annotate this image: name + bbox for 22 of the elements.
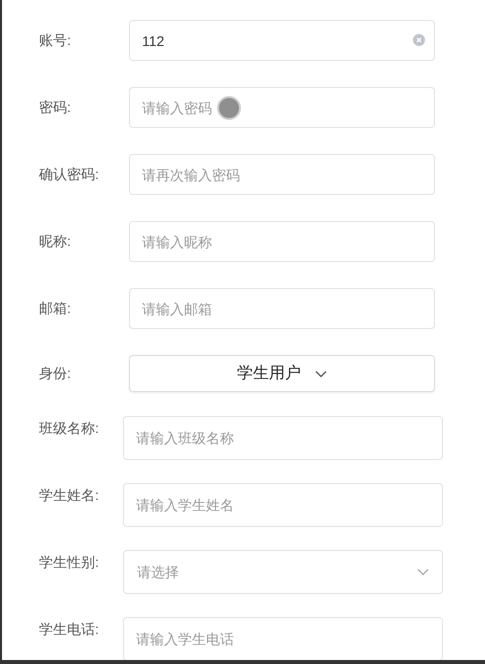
field-label: 班级名称:: [39, 419, 100, 438]
field-label: 密码:: [39, 98, 72, 117]
field-label: 确认密码:: [39, 165, 100, 184]
input-field[interactable]: 请输入学生电话: [123, 617, 443, 660]
chevron-down-icon: [315, 370, 327, 378]
chevron-down-icon: [417, 568, 429, 576]
input-field[interactable]: 请输入密码: [129, 87, 435, 128]
role-dropdown[interactable]: 学生用户: [129, 355, 435, 392]
field-label: 学生性别:: [39, 553, 100, 572]
input-field[interactable]: 请再次输入密码: [129, 154, 435, 195]
field-label: 邮箱:: [39, 299, 72, 318]
input-field[interactable]: 请输入班级名称: [123, 416, 443, 460]
input-field[interactable]: 112: [129, 20, 435, 61]
field-label: 学生姓名:: [39, 486, 100, 505]
input-field[interactable]: 请输入学生姓名: [123, 483, 443, 527]
field-label: 身份:: [39, 364, 72, 383]
input-field[interactable]: 请输入邮箱: [129, 288, 435, 329]
clear-icon[interactable]: [413, 34, 425, 46]
field-label: 昵称:: [39, 232, 72, 251]
input-field[interactable]: 请输入昵称: [129, 221, 435, 262]
field-label: 账号:: [39, 31, 72, 50]
field-label: 学生电话:: [39, 620, 100, 639]
